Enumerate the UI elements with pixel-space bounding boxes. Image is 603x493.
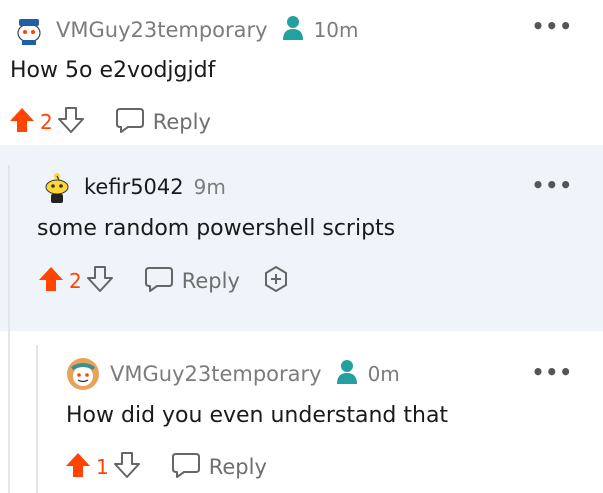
op-person-icon [336,359,358,389]
comment-actions: 2 Reply [37,263,290,299]
user-avatar[interactable] [12,13,46,47]
timestamp: 9m [193,175,226,199]
timestamp: 0m [367,362,400,386]
reply-button[interactable]: Reply [171,452,267,482]
upvote-icon[interactable] [37,265,65,297]
comment-header: kefir5042 9m [40,169,226,205]
reply-icon [171,452,201,482]
comment-header: VMGuy23temporary 10m [12,12,359,48]
reply-label: Reply [152,110,211,134]
vote-count: 2 [40,110,53,134]
op-person-icon [282,15,304,45]
comment-actions: 2 Reply [8,104,211,140]
upvote-icon[interactable] [8,106,36,138]
reply-label: Reply [208,455,267,479]
timestamp: 10m [313,18,359,42]
comment-3: VMGuy23temporary 0m ••• How did you even… [0,331,603,493]
downvote-icon[interactable] [57,106,85,138]
more-options-button[interactable]: ••• [532,14,573,38]
thread-line[interactable] [36,345,38,493]
vote-count: 2 [69,269,82,293]
comment-body: How 5o e2vodjgjdf [10,58,216,83]
vote-count: 1 [96,455,109,479]
downvote-icon[interactable] [113,451,141,483]
reply-button[interactable]: Reply [144,266,240,296]
username[interactable]: VMGuy23temporary [110,362,322,386]
comment-header: VMGuy23temporary 0m [66,356,400,392]
user-avatar[interactable] [66,357,100,391]
thread-line[interactable] [8,165,10,493]
username[interactable]: kefir5042 [84,175,184,199]
upvote-icon[interactable] [64,451,92,483]
comment-2: kefir5042 9m ••• some random powershell … [0,145,603,331]
more-options-button[interactable]: ••• [532,173,573,197]
comment-actions: 1 Reply [64,449,267,485]
username[interactable]: VMGuy23temporary [56,18,268,42]
award-icon[interactable] [262,265,290,297]
more-options-button[interactable]: ••• [532,360,573,384]
reply-icon [144,266,174,296]
user-avatar[interactable] [40,170,74,204]
reply-label: Reply [181,269,240,293]
comment-body: some random powershell scripts [37,216,396,241]
reply-icon [115,107,145,137]
reply-button[interactable]: Reply [115,107,211,137]
comment-1: VMGuy23temporary 10m ••• How 5o e2vodjgj… [0,0,603,145]
downvote-icon[interactable] [86,265,114,297]
comment-body: How did you even understand that [66,403,449,428]
